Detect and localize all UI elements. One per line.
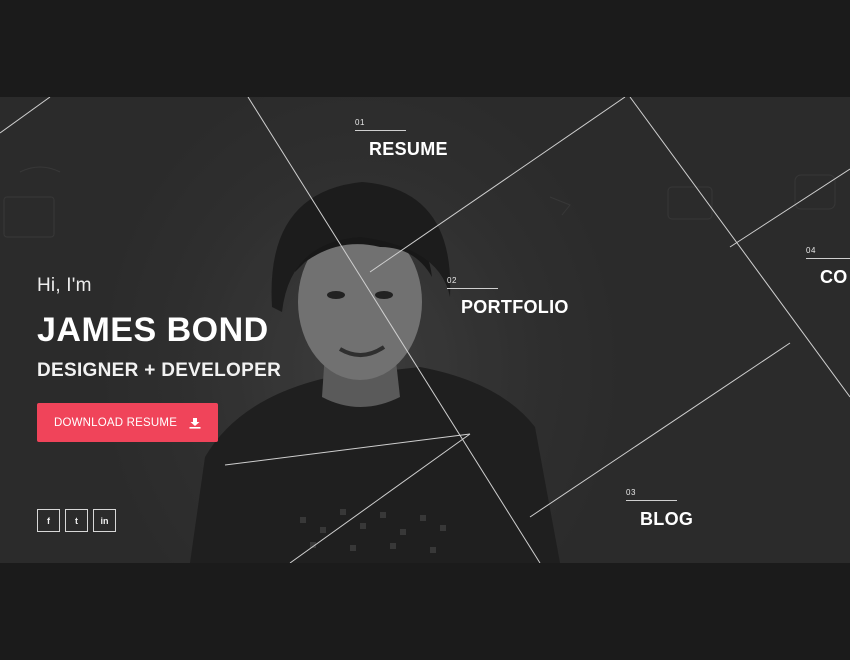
nav-item-blog[interactable]: 03 BLOG — [626, 488, 693, 530]
facebook-icon[interactable]: f — [37, 509, 60, 532]
nav-label: RESUME — [369, 139, 448, 159]
nav-divider — [447, 288, 498, 289]
download-resume-button[interactable]: DOWNLOAD RESUME — [37, 403, 218, 442]
download-icon — [189, 417, 201, 429]
twitter-icon[interactable]: t — [65, 509, 88, 532]
nav-label: CO — [820, 267, 848, 287]
nav-label: PORTFOLIO — [461, 297, 569, 317]
nav-item-portfolio[interactable]: 02 PORTFOLIO — [447, 276, 569, 318]
linkedin-icon[interactable]: in — [93, 509, 116, 532]
person-name: JAMES BOND — [37, 311, 269, 349]
download-resume-label: DOWNLOAD RESUME — [53, 416, 178, 429]
nav-number: 04 — [806, 246, 816, 255]
nav-item-contact[interactable]: 04 CO — [806, 246, 850, 288]
nav-number: 02 — [447, 276, 457, 285]
person-role: DESIGNER + DEVELOPER — [37, 360, 282, 381]
social-links: f t in — [37, 509, 116, 532]
nav-divider — [355, 130, 406, 131]
nav-divider — [806, 258, 850, 259]
greeting-text: Hi, I'm — [37, 275, 92, 296]
nav-divider — [626, 500, 677, 501]
nav-item-resume[interactable]: 01 RESUME — [355, 118, 448, 160]
nav-number: 03 — [626, 488, 636, 497]
hero-section: Hi, I'm JAMES BOND DESIGNER + DEVELOPER … — [0, 97, 850, 563]
nav-number: 01 — [355, 118, 365, 127]
nav-label: BLOG — [640, 509, 694, 529]
